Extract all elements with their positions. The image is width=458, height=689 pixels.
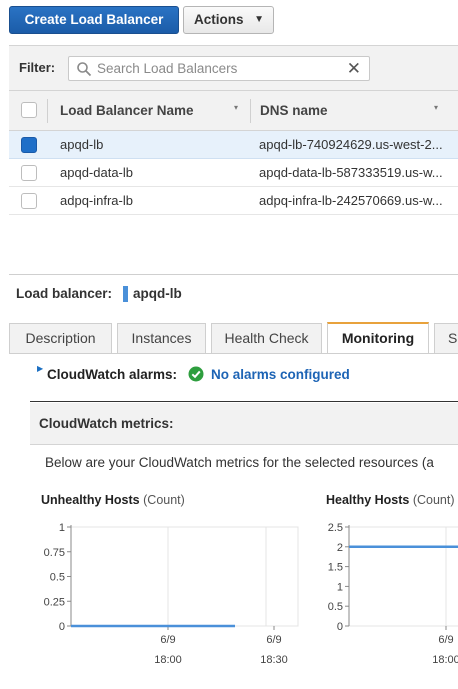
x-tick-date-label: 6/9	[266, 634, 281, 646]
row-name: adpq-infra-lb	[60, 193, 133, 208]
tab-settings[interactable]: S	[434, 323, 458, 353]
alarms-label: CloudWatch alarms:	[47, 367, 178, 382]
detail-title: Load balancer:	[16, 286, 113, 301]
panel-splitter[interactable]	[9, 274, 458, 275]
table-row[interactable]: adpq-infra-lb adpq-infra-lb-242570669.us…	[9, 187, 458, 215]
selection-marker	[123, 286, 128, 302]
plot-area	[70, 526, 299, 627]
unhealthy-hosts-chart: 1 0.75 0.5 0.25 0 6/9 18:00 6/9 18:30	[44, 522, 299, 666]
x-tick-date-label: 6/9	[438, 634, 453, 646]
sort-caret-icon[interactable]: ▾	[234, 103, 238, 112]
x-tick-date-label: 6/9	[160, 634, 175, 646]
row-checkbox[interactable]	[21, 165, 37, 181]
chart-title-unit: (Count)	[143, 493, 185, 507]
no-alarms-link[interactable]: No alarms configured	[211, 367, 350, 382]
y-tick-label: 0	[337, 621, 343, 633]
y-tick-label: 0.5	[328, 601, 343, 613]
tab-description[interactable]: Description	[9, 323, 112, 353]
y-tick-label: 2.5	[328, 522, 343, 534]
tab-health-check[interactable]: Health Check	[211, 323, 322, 353]
x-tick-time-label: 18:00	[432, 654, 458, 666]
search-input[interactable]: Search Load Balancers ✕	[68, 56, 370, 81]
search-icon	[77, 62, 92, 77]
y-tick-label: 1.5	[328, 562, 343, 574]
y-tick-label: 2	[337, 542, 343, 554]
expand-triangle-icon[interactable]: ▶	[37, 364, 43, 373]
row-dns: apqd-lb-740924629.us-west-2...	[259, 137, 443, 152]
chart-title-text: Unhealthy Hosts	[41, 493, 140, 507]
tab-underline	[9, 353, 458, 354]
table-row[interactable]: apqd-lb apqd-lb-740924629.us-west-2...	[9, 131, 458, 159]
column-divider	[250, 99, 251, 123]
check-circle-icon	[188, 366, 204, 382]
tab-monitoring[interactable]: Monitoring	[327, 322, 429, 354]
metrics-label: CloudWatch metrics:	[39, 416, 174, 431]
y-tick-label: 0.25	[44, 596, 65, 608]
actions-dropdown-button[interactable]: Actions ▼	[183, 6, 274, 34]
chevron-down-icon: ▼	[254, 14, 264, 25]
select-all-checkbox[interactable]	[21, 102, 37, 118]
plot-area	[348, 526, 458, 627]
y-tick-label: 0.75	[44, 547, 65, 559]
chart-title-healthy-hosts: Healthy Hosts (Count)	[326, 493, 455, 507]
y-tick-label: 1	[337, 581, 343, 593]
filter-label: Filter:	[19, 60, 56, 75]
sort-caret-icon[interactable]: ▾	[434, 103, 438, 112]
cloudwatch-metrics-header: CloudWatch metrics:	[30, 403, 458, 445]
row-name: apqd-data-lb	[60, 165, 133, 180]
row-dns: adpq-infra-lb-242570669.us-w...	[259, 193, 443, 208]
tab-instances[interactable]: Instances	[117, 323, 206, 353]
detail-selected-name: apqd-lb	[133, 286, 182, 301]
row-name: apqd-lb	[60, 137, 104, 152]
actions-label: Actions	[194, 12, 244, 27]
x-tick-time-label: 18:30	[260, 654, 288, 666]
table-row[interactable]: apqd-data-lb apqd-data-lb-587333519.us-w…	[9, 159, 458, 187]
clear-search-icon[interactable]: ✕	[347, 59, 361, 79]
row-checkbox[interactable]	[21, 137, 37, 153]
y-tick-label: 0	[59, 621, 65, 633]
healthy-hosts-chart: 2.5 2 1.5 1 0.5 0 6/9 18:00	[328, 522, 458, 666]
metrics-description: Below are your CloudWatch metrics for th…	[45, 455, 434, 470]
cloudwatch-alarms-section: ▶ CloudWatch alarms: No alarms configure…	[30, 360, 458, 402]
search-placeholder: Search Load Balancers	[97, 61, 238, 76]
y-tick-label: 0.5	[50, 572, 65, 584]
column-header-dns[interactable]: DNS name	[260, 91, 328, 130]
column-divider	[47, 99, 48, 123]
row-dns: apqd-data-lb-587333519.us-w...	[259, 165, 443, 180]
create-load-balancer-button[interactable]: Create Load Balancer	[9, 6, 179, 34]
column-header-name[interactable]: Load Balancer Name	[60, 91, 194, 130]
chart-title-unit: (Count)	[412, 493, 455, 507]
row-checkbox[interactable]	[21, 193, 37, 209]
y-tick-label: 1	[59, 522, 65, 534]
table-header: Load Balancer Name ▾ DNS name ▾	[9, 91, 458, 131]
chart-title-text: Healthy Hosts	[326, 493, 410, 507]
x-tick-time-label: 18:00	[154, 654, 182, 666]
chart-title-unhealthy-hosts: Unhealthy Hosts (Count)	[41, 493, 185, 507]
filter-bar: Filter: Search Load Balancers ✕	[9, 45, 458, 91]
